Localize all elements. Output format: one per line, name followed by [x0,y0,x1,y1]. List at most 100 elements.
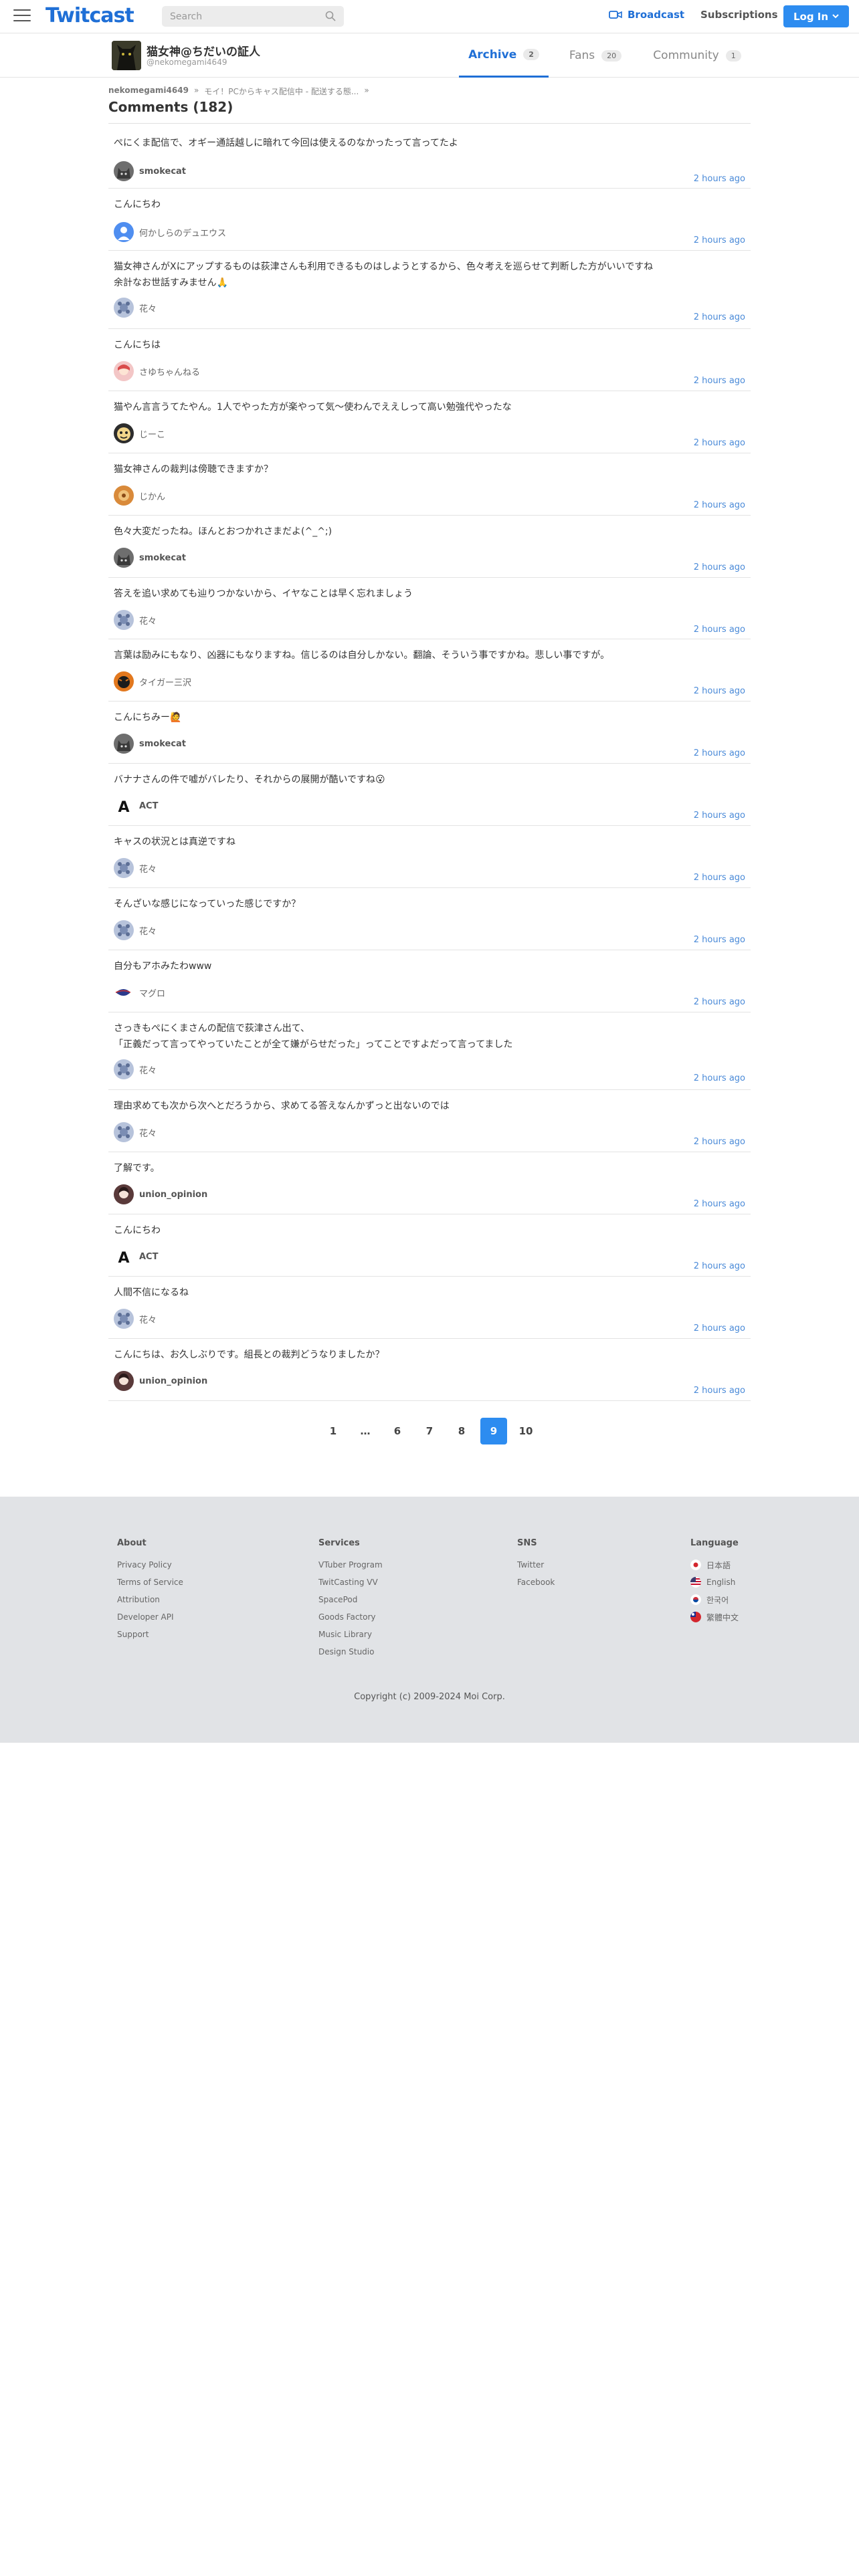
footer-link-goods-factory[interactable]: Goods Factory [318,1612,383,1622]
comment-time[interactable]: 2 hours ago [694,625,745,635]
comment-username: じかん [139,492,166,502]
search-box [162,6,344,27]
profile-avatar[interactable] [112,41,141,70]
comment-username: union_opinion [139,1189,208,1200]
comment-username: smokecat [139,166,187,177]
page-link[interactable]: 1 [320,1418,347,1444]
footer-link-twitter[interactable]: Twitter [517,1560,555,1570]
tab-count: 1 [725,49,741,62]
comment-item: こんにちみー🙋 smokecat 2 hours ago [108,702,751,764]
breadcrumb-separator: » [193,86,199,95]
comment-time[interactable]: 2 hours ago [694,312,745,322]
footer-heading: Services [318,1538,360,1548]
user-avatar [114,734,134,754]
comment-item: こんにちは、お久しぶりです。組長との裁判どうなりましたか？ union_opin… [108,1339,751,1401]
footer-heading: SNS [517,1538,537,1548]
comment-user[interactable]: じかん [114,486,165,506]
footer-link-terms[interactable]: Terms of Service [117,1578,183,1587]
comment-time[interactable]: 2 hours ago [694,1073,745,1083]
comment-user[interactable]: union_opinion [114,1371,207,1391]
page-link[interactable]: 8 [448,1418,475,1444]
comment-user[interactable]: smokecat [114,548,186,568]
comment-time[interactable]: 2 hours ago [694,235,745,245]
footer-services: Services VTuber Program TwitCasting VV S… [318,1538,383,1665]
footer-link-privacy[interactable]: Privacy Policy [117,1560,183,1570]
comment-time[interactable]: 2 hours ago [694,935,745,945]
breadcrumb-movie-title[interactable]: モイ！PCからキャス配信中 - 配送する態... [204,86,359,97]
footer-link-music-library[interactable]: Music Library [318,1630,383,1639]
comment-time[interactable]: 2 hours ago [694,438,745,448]
profile-name[interactable]: 猫女神@ちだいの証人 [147,42,260,59]
comment-time[interactable]: 2 hours ago [694,1386,745,1396]
language-traditional-chinese[interactable]: 繁體中文 [690,1612,739,1622]
comment-user[interactable]: A ACT [114,1247,158,1267]
tab-community[interactable]: Community 1 [648,33,747,78]
comment-time[interactable]: 2 hours ago [694,1199,745,1209]
tab-fans[interactable]: Fans 20 [562,33,629,78]
comment-item: 色々大変だったね。ほんとおつかれさまだよ(^_^;) smokecat 2 ho… [108,516,751,578]
comment-time[interactable]: 2 hours ago [694,686,745,696]
page-link[interactable]: 10 [512,1418,539,1444]
page-link[interactable]: 7 [416,1418,443,1444]
user-avatar [114,298,134,318]
twitcast-logo[interactable]: Twitcast [45,4,134,27]
comment-user[interactable]: 花々 [114,1059,157,1079]
comment-time[interactable]: 2 hours ago [694,174,745,184]
comment-user[interactable]: じーこ [114,423,165,443]
comment-user[interactable]: 花々 [114,1122,157,1142]
comment-username: じーこ [139,429,166,440]
comment-time[interactable]: 2 hours ago [694,500,745,510]
language-english[interactable]: English [690,1577,739,1588]
comment-time[interactable]: 2 hours ago [694,811,745,821]
comment-text: そんざいな感じになっていった感じですか？ [114,899,301,909]
comment-user[interactable]: union_opinion [114,1184,207,1204]
footer-link-design-studio[interactable]: Design Studio [318,1647,383,1656]
comment-user[interactable]: 花々 [114,1309,157,1329]
comment-user[interactable]: smokecat [114,161,186,181]
comment-user[interactable]: さゆちゃんねる [114,361,200,381]
footer-link-twitcasting-vv[interactable]: TwitCasting VV [318,1578,383,1587]
breadcrumb-user[interactable]: nekomegami4649 [108,86,189,97]
subscriptions-link[interactable]: Subscriptions [700,9,778,21]
comment-time[interactable]: 2 hours ago [694,1137,745,1147]
language-japanese[interactable]: 日本語 [690,1560,739,1570]
search-input[interactable] [162,6,309,27]
footer-link-attribution[interactable]: Attribution [117,1595,183,1604]
page-link-current[interactable]: 9 [480,1418,507,1444]
footer-link-spacepod[interactable]: SpacePod [318,1595,383,1604]
menu-icon[interactable] [13,9,31,23]
search-icon[interactable] [325,11,336,21]
comment-user[interactable]: 花々 [114,858,157,878]
comment-time[interactable]: 2 hours ago [694,997,745,1007]
comment-user[interactable]: 花々 [114,920,157,940]
comment-user[interactable]: 花々 [114,298,157,318]
footer-link-vtuber[interactable]: VTuber Program [318,1560,383,1570]
comment-user[interactable]: マグロ [114,982,165,1002]
user-avatar [114,920,134,940]
comment-time[interactable]: 2 hours ago [694,1323,745,1333]
comment-time[interactable]: 2 hours ago [694,748,745,758]
comment-user[interactable]: 花々 [114,610,157,630]
language-korean[interactable]: 한국어 [690,1594,739,1605]
comment-user[interactable]: A ACT [114,796,158,816]
user-avatar [114,1059,134,1079]
page-ellipsis: … [360,1425,371,1437]
comment-user[interactable]: タイガー三沢 [114,671,191,691]
comment-time[interactable]: 2 hours ago [694,376,745,386]
page-link[interactable]: 6 [384,1418,411,1444]
comment-time[interactable]: 2 hours ago [694,873,745,883]
comments-title: Comments (182) [108,99,233,115]
tab-label: Fans [569,49,595,62]
footer: About Privacy Policy Terms of Service At… [0,1497,859,1743]
broadcast-button[interactable]: Broadcast [609,9,684,21]
comment-time[interactable]: 2 hours ago [694,1261,745,1271]
login-button[interactable]: Log In [783,5,849,27]
footer-link-developer-api[interactable]: Developer API [117,1612,183,1622]
footer-link-support[interactable]: Support [117,1630,183,1639]
tab-archive[interactable]: Archive 2 [459,33,549,78]
comment-user[interactable]: 何かしらのデュエウス [114,222,226,242]
comment-user[interactable]: smokecat [114,734,186,754]
comment-text: ぺにくま配信で、オギー通話越しに暗れて今回は使えるのなかったって言ってたよ [114,138,458,148]
comment-time[interactable]: 2 hours ago [694,562,745,572]
footer-link-facebook[interactable]: Facebook [517,1578,555,1587]
